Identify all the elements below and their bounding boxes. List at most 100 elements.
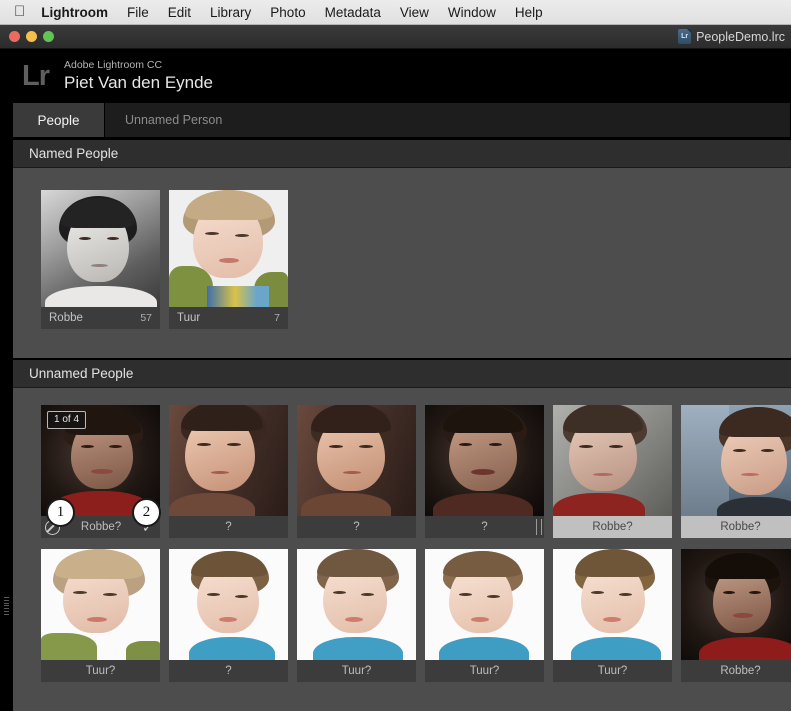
- menu-item-metadata[interactable]: Metadata: [325, 5, 381, 20]
- face-label-bar[interactable]: ?: [297, 516, 416, 538]
- unnamed-face-card[interactable]: Robbe?: [681, 405, 791, 538]
- face-label-bar[interactable]: ?: [169, 660, 288, 682]
- zoom-button[interactable]: [43, 31, 54, 42]
- face-thumbnail[interactable]: [681, 405, 791, 516]
- face-thumbnail[interactable]: [169, 549, 288, 660]
- document-name-label: PeopleDemo.lrc: [696, 29, 785, 44]
- person-card-tuur[interactable]: Tuur 7: [169, 190, 288, 329]
- face-thumbnail[interactable]: [681, 549, 791, 660]
- face-image: [425, 405, 544, 516]
- identity-plate[interactable]: Lr Adobe Lightroom CC Piet Van den Eynde: [0, 49, 791, 103]
- owner-name-label: Piet Van den Eynde: [64, 73, 214, 93]
- catalog-file-icon: Lr: [678, 29, 692, 44]
- people-tab-bar: People Unnamed Person: [13, 103, 791, 137]
- face-name-label[interactable]: Robbe?: [81, 521, 121, 533]
- lightroom-logo-icon: Lr: [22, 59, 50, 92]
- face-image: [169, 405, 288, 516]
- menu-item-lightroom[interactable]: Lightroom: [41, 5, 108, 20]
- menu-item-window[interactable]: Window: [448, 5, 496, 20]
- face-image: [425, 549, 544, 660]
- face-name-label[interactable]: ?: [481, 521, 487, 533]
- menu-item-library[interactable]: Library: [210, 5, 251, 20]
- tab-people[interactable]: People: [13, 103, 105, 137]
- unnamed-people-grid: 1 of 4 Robbe? ✓ ? ? ? Robbe? Robbe? Tuur…: [13, 388, 791, 682]
- face-label-bar[interactable]: Robbe?: [553, 516, 672, 538]
- lightroom-window:  Lightroom File Edit Library Photo Meta…: [0, 0, 791, 711]
- person-thumbnail[interactable]: [41, 190, 160, 307]
- face-thumbnail[interactable]: [41, 549, 160, 660]
- face-image: [297, 549, 416, 660]
- face-image: [169, 549, 288, 660]
- unnamed-face-card[interactable]: Tuur?: [297, 549, 416, 682]
- face-label-bar[interactable]: Tuur?: [297, 660, 416, 682]
- unnamed-people-title: Unnamed People: [29, 366, 134, 381]
- face-thumbnail[interactable]: [553, 405, 672, 516]
- face-name-label[interactable]: Tuur?: [342, 665, 372, 677]
- annotation-marker-2: 2: [132, 498, 161, 527]
- face-name-label[interactable]: ?: [353, 521, 359, 533]
- apple-logo-icon[interactable]: : [14, 4, 25, 19]
- face-thumbnail[interactable]: [297, 549, 416, 660]
- minimize-button[interactable]: [26, 31, 37, 42]
- macos-menu-bar:  Lightroom File Edit Library Photo Meta…: [0, 0, 791, 25]
- unnamed-face-card[interactable]: Tuur?: [41, 549, 160, 682]
- unnamed-face-card[interactable]: ?: [297, 405, 416, 538]
- grid-scroll-nub[interactable]: [536, 519, 542, 535]
- face-image: [41, 549, 160, 660]
- face-count-badge: 1 of 4: [47, 411, 87, 429]
- tab-unnamed-person[interactable]: Unnamed Person: [105, 103, 791, 137]
- menu-item-file[interactable]: File: [127, 5, 149, 20]
- person-card-robbe[interactable]: Robbe 57: [41, 190, 160, 329]
- face-label-bar[interactable]: Tuur?: [41, 660, 160, 682]
- menu-item-edit[interactable]: Edit: [168, 5, 191, 20]
- person-thumbnail[interactable]: [169, 190, 288, 307]
- left-panel-gutter: [0, 103, 13, 711]
- face-image: [553, 405, 672, 516]
- close-button[interactable]: [9, 31, 20, 42]
- face-label-bar[interactable]: ?: [169, 516, 288, 538]
- unnamed-people-body: 1 of 4 Robbe? ✓ ? ? ? Robbe? Robbe? Tuur…: [13, 388, 791, 711]
- product-name-label: Adobe Lightroom CC: [64, 59, 163, 72]
- left-panel-collapse-handle[interactable]: [3, 597, 10, 615]
- face-label-bar[interactable]: Robbe?: [681, 660, 791, 682]
- face-image: [41, 190, 160, 307]
- menu-item-help[interactable]: Help: [515, 5, 543, 20]
- unnamed-face-card[interactable]: ?: [169, 405, 288, 538]
- person-label: Tuur 7: [169, 307, 288, 329]
- face-name-label[interactable]: Robbe?: [592, 521, 632, 533]
- face-label-bar[interactable]: Tuur?: [553, 660, 672, 682]
- face-thumbnail[interactable]: [297, 405, 416, 516]
- face-name-label[interactable]: Robbe?: [720, 521, 760, 533]
- face-name-label[interactable]: Tuur?: [598, 665, 628, 677]
- window-controls: [9, 31, 54, 42]
- face-thumbnail[interactable]: [553, 549, 672, 660]
- face-image: [553, 549, 672, 660]
- identity-text: Adobe Lightroom CC Piet Van den Eynde: [64, 58, 213, 93]
- document-title: Lr PeopleDemo.lrc: [678, 29, 785, 44]
- face-name-label[interactable]: ?: [225, 665, 231, 677]
- face-label-bar[interactable]: ?: [425, 516, 544, 538]
- person-count-label: 57: [140, 312, 152, 324]
- person-name-label: Robbe: [49, 312, 83, 324]
- unnamed-face-card[interactable]: Tuur?: [553, 549, 672, 682]
- face-thumbnail[interactable]: [169, 405, 288, 516]
- unnamed-face-card[interactable]: Robbe?: [553, 405, 672, 538]
- menu-item-photo[interactable]: Photo: [270, 5, 305, 20]
- face-thumbnail[interactable]: [425, 549, 544, 660]
- face-label-bar[interactable]: Tuur?: [425, 660, 544, 682]
- window-title-bar: Lr PeopleDemo.lrc: [0, 25, 791, 49]
- face-image: [297, 405, 416, 516]
- face-name-label[interactable]: Tuur?: [86, 665, 116, 677]
- person-label: Robbe 57: [41, 307, 160, 329]
- face-label-bar[interactable]: Robbe?: [681, 516, 791, 538]
- face-name-label[interactable]: Robbe?: [720, 665, 760, 677]
- face-name-label[interactable]: Tuur?: [470, 665, 500, 677]
- face-thumbnail[interactable]: [425, 405, 544, 516]
- unnamed-face-card[interactable]: Tuur?: [425, 549, 544, 682]
- unnamed-face-card[interactable]: ?: [169, 549, 288, 682]
- unnamed-face-card[interactable]: ?: [425, 405, 544, 538]
- face-name-label[interactable]: ?: [225, 521, 231, 533]
- unnamed-face-card[interactable]: Robbe?: [681, 549, 791, 682]
- named-people-header: Named People: [13, 140, 791, 168]
- menu-item-view[interactable]: View: [400, 5, 429, 20]
